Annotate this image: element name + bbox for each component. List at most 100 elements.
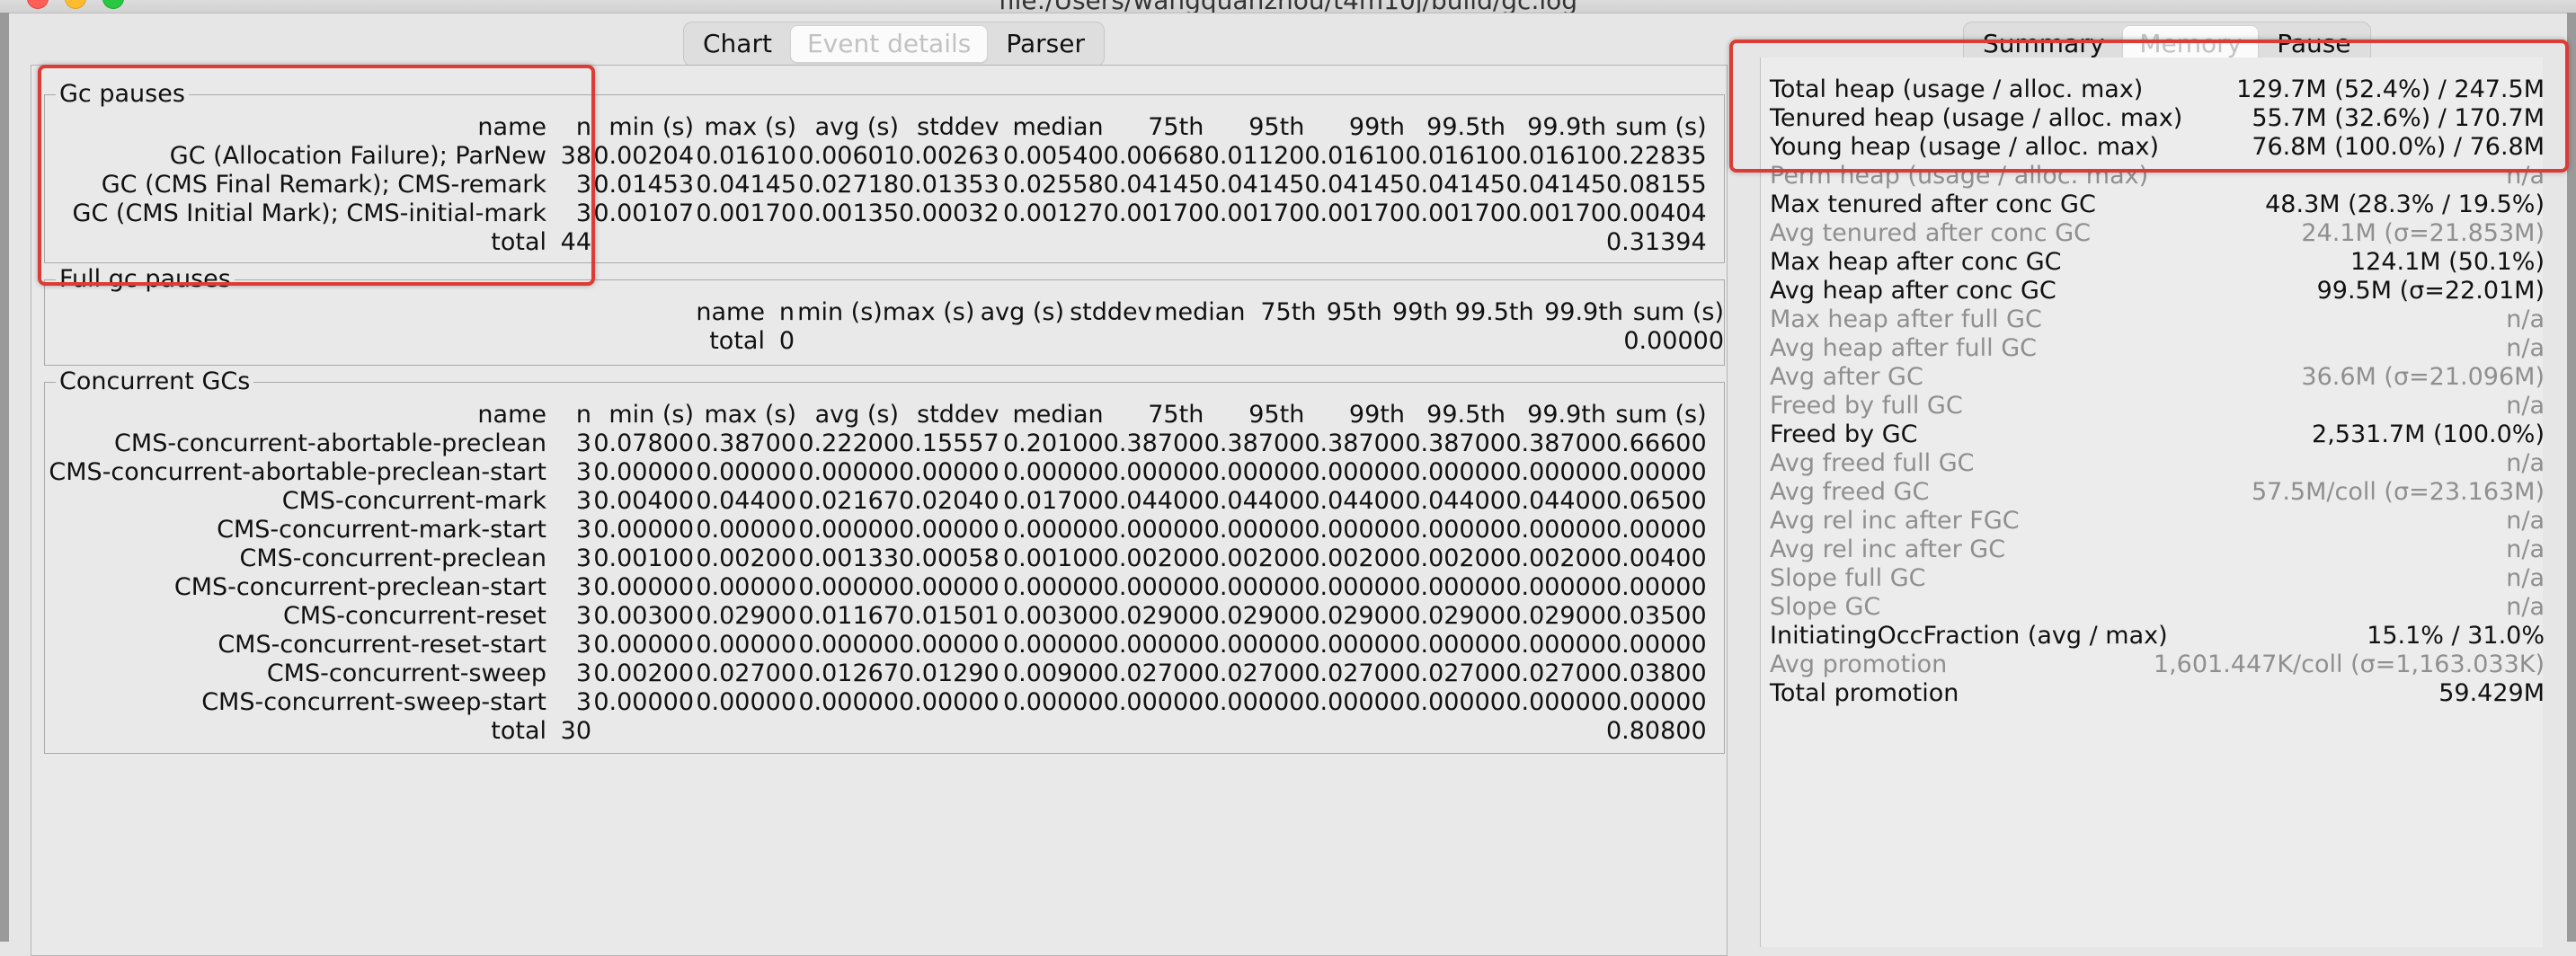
total-sum: 0.80800: [1605, 717, 1707, 745]
table-row[interactable]: CMS-concurrent-sweep-start 3 0.00000 0.0000…: [45, 688, 1707, 717]
memory-stat-row: Avg rel inc after GC n/a: [1770, 536, 2545, 564]
full-gc-pauses-table: name n min (s) max (s) avg (s) stddev median 75…: [45, 298, 1724, 356]
stat-cell: 0.00000: [1304, 458, 1405, 486]
empty-cell: [999, 717, 1104, 746]
stat-cell: 0.04145: [1405, 171, 1506, 199]
table-row[interactable]: CMS-concurrent-mark-start 3 0.00000 0.00000…: [45, 516, 1707, 544]
stat-cell: 3: [575, 688, 591, 716]
stat-cell: 0.04400: [1405, 487, 1506, 515]
stat-cell: 0.15557: [899, 429, 999, 457]
memory-stat-value: n/a: [2506, 593, 2545, 621]
concurrent-gcs-table: name n min (s) max (s) avg (s) stddev median 75…: [45, 401, 1707, 746]
stat-cell: 0.00000: [899, 573, 999, 601]
stat-cell: 0.00000: [1605, 458, 1707, 486]
tab-event-details[interactable]: Event details: [789, 25, 989, 63]
table-row[interactable]: CMS-concurrent-reset-start 3 0.00000 0.0000…: [45, 631, 1707, 659]
full-gc-pauses-group: Full gc pauses name n min (s) max (s) avg (s…: [44, 266, 1725, 366]
stat-cell: 0.00601: [798, 142, 899, 170]
header-row: name n min (s) max (s) avg (s) stddev median 75…: [45, 113, 1706, 142]
stat-cell: 0.04145: [696, 171, 796, 199]
table-row[interactable]: CMS-concurrent-abortable-preclean-start 3…: [45, 458, 1707, 487]
stat-cell: 0.00404: [1605, 199, 1707, 227]
stat-cell: 0.00000: [593, 631, 694, 659]
empty-cell: [999, 228, 1104, 257]
memory-stat-value: n/a: [2506, 392, 2545, 420]
stat-cell: 3: [575, 544, 591, 572]
memory-stat-label: Avg promotion: [1770, 651, 1948, 678]
memory-stat-value: 99.5M (σ=22.01M): [2316, 277, 2545, 305]
stat-cell: 0.00400: [593, 487, 694, 515]
memory-stat-label: Avg freed GC: [1770, 478, 1930, 506]
stat-cell: 0.02900: [1103, 602, 1204, 630]
table-row[interactable]: CMS-concurrent-preclean-start 3 0.00000 0.0…: [45, 573, 1707, 602]
stat-cell: 0.00000: [1003, 688, 1104, 716]
total-row: total 44 0.31394: [45, 228, 1706, 257]
table-row[interactable]: CMS-concurrent-mark 3 0.00400 0.04400 0.0216…: [45, 487, 1707, 516]
tab-pause[interactable]: Pause: [2261, 26, 2367, 62]
column-header: median: [1012, 401, 1104, 429]
tab-summary[interactable]: Summary: [1967, 26, 2120, 62]
stat-cell: 0.00000: [696, 631, 796, 659]
stat-cell: 0.00000: [593, 516, 694, 544]
stat-cell: 0.01610: [1304, 142, 1405, 170]
row-name-cell: CMS-concurrent-preclean-start: [173, 573, 546, 601]
stat-cell: 0.02900: [1405, 602, 1506, 630]
memory-stat-value: 57.5M/coll (σ=23.163M): [2251, 478, 2545, 506]
stat-cell: 0.00400: [1605, 544, 1707, 572]
stat-cell: 0.00000: [1605, 631, 1707, 659]
column-header: stddev: [1070, 298, 1152, 326]
table-row[interactable]: CMS-concurrent-abortable-preclean 3 0.0780…: [45, 429, 1707, 458]
column-header: 95th: [1326, 298, 1382, 326]
stat-cell: 0.08155: [1605, 171, 1707, 199]
stat-cell: 3: [575, 659, 591, 687]
empty-cell: [1534, 327, 1623, 356]
stat-cell: 0.00000: [1605, 688, 1707, 716]
total-n: 44: [560, 228, 591, 256]
column-header: sum (s): [1615, 401, 1707, 429]
table-row[interactable]: GC (Allocation Failure); ParNew 38 0.00204…: [45, 142, 1707, 171]
memory-stat-value: n/a: [2506, 564, 2545, 592]
stat-cell: 0.02700: [1304, 659, 1405, 687]
stat-cell: 0.00000: [798, 516, 899, 544]
stat-cell: 0.01267: [798, 659, 899, 687]
empty-cell: [1104, 717, 1204, 746]
table-row[interactable]: CMS-concurrent-preclean 3 0.00100 0.00200 0.…: [45, 544, 1707, 573]
stat-cell: 0.00000: [1003, 631, 1104, 659]
column-header: min (s): [608, 113, 694, 141]
column-header: avg (s): [814, 113, 899, 141]
tab-parser[interactable]: Parser: [990, 26, 1101, 62]
table-row[interactable]: GC (CMS Initial Mark); CMS-initial-mark 3…: [45, 199, 1707, 228]
memory-stat-value: 36.6M (σ=21.096M): [2301, 363, 2545, 391]
stat-cell: 0.00000: [1204, 516, 1305, 544]
stat-cell: 0.04400: [1304, 487, 1405, 515]
row-name-cell: CMS-concurrent-reset-start: [218, 631, 546, 659]
table-row[interactable]: GC (CMS Final Remark); CMS-remark 3 0.0145…: [45, 171, 1707, 199]
stat-cell: 0.00000: [1304, 516, 1405, 544]
event-details-panel: Gc pauses name n min (s) max (s) avg (s) stdd…: [31, 65, 1728, 956]
column-header: max (s): [882, 298, 975, 326]
memory-stat-value: n/a: [2506, 507, 2545, 535]
window-border-right: [2567, 13, 2576, 942]
stat-cell: 0.01610: [696, 142, 796, 170]
memory-stat-label: Avg rel inc after GC: [1770, 536, 2006, 563]
header-row: name n min (s) max (s) avg (s) stddev median 75…: [45, 401, 1707, 429]
stat-cell: 0.00000: [798, 458, 899, 486]
empty-cell: [1204, 228, 1304, 257]
stat-cell: 0.04400: [696, 487, 796, 515]
stat-cell: 0.06500: [1605, 487, 1707, 515]
table-row[interactable]: CMS-concurrent-sweep 3 0.00200 0.02700 0.012…: [45, 659, 1707, 688]
stat-cell: 0.00100: [1003, 544, 1104, 572]
row-name-cell: CMS-concurrent-abortable-preclean: [114, 429, 546, 457]
memory-stat-value: 24.1M (σ=21.853M): [2301, 219, 2545, 247]
stat-cell: 0.00000: [899, 516, 999, 544]
stat-cell: 0.00000: [1605, 516, 1707, 544]
stat-cell: 0.38700: [1405, 429, 1506, 457]
table-row[interactable]: CMS-concurrent-reset 3 0.00300 0.02900 0.011…: [45, 602, 1707, 631]
stat-cell: 0.00000: [1204, 458, 1305, 486]
stat-cell: 0.00107: [593, 199, 694, 227]
tab-chart[interactable]: Chart: [687, 26, 788, 62]
memory-stat-row: Avg freed full GC n/a: [1770, 449, 2545, 478]
stat-cell: 0.00000: [899, 458, 999, 486]
stat-cell: 0.66600: [1605, 429, 1707, 457]
stat-cell: 0.01700: [1003, 487, 1104, 515]
